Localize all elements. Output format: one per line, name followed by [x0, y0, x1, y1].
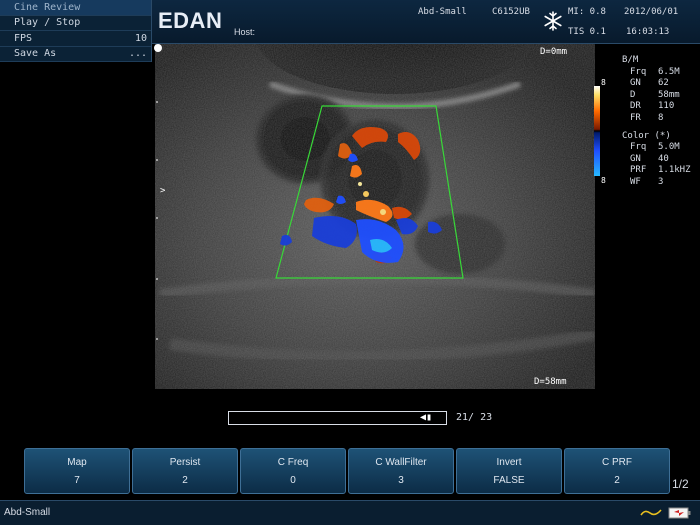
orientation-dot [154, 44, 162, 52]
header-bar: EDAN Host: Abd-Small C6152UB MI: 0.8 TIS… [152, 0, 700, 44]
softkey-bar: Map 7 Persist 2 C Freq 0 C WallFilter 3 … [24, 448, 670, 494]
color-section-title: Color (*) [622, 130, 671, 141]
softkey-c-wallfilter[interactable]: C WallFilter 3 [348, 448, 454, 494]
param-row: WF 3 [630, 176, 664, 187]
softkey-c-prf[interactable]: C PRF 2 [564, 448, 670, 494]
param-row: GN 40 [630, 153, 669, 164]
softkey-c-freq[interactable]: C Freq 0 [240, 448, 346, 494]
param-row: Frq 6.5M [630, 66, 680, 77]
cine-position-arrow-icon: ◀▮ [419, 412, 432, 423]
param-row: FR 8 [630, 112, 664, 123]
param-row: DR 110 [630, 101, 675, 112]
param-row: PRF 1.1kHZ [630, 165, 691, 176]
param-row: D 58mm [630, 89, 680, 100]
param-row: GN 62 [630, 78, 669, 89]
bm-section-title: B/M [622, 55, 639, 65]
softkey-value: 0 [290, 474, 296, 486]
status-preset: Abd-Small [4, 507, 51, 518]
snowflake-icon [544, 11, 562, 31]
softkey-label: C Freq [277, 456, 309, 468]
softkey-value: FALSE [493, 474, 525, 486]
cine-progress-bar[interactable]: ◀▮ [228, 411, 447, 425]
depth-bottom-label: D=58mm [534, 377, 567, 387]
imaging-parameters: B/M Frq 6.5M GN 62 D 58mm DR 110 FR 8 Color (… [622, 53, 691, 189]
color-velocity-bar [594, 86, 600, 176]
softkey-value: 2 [614, 474, 620, 486]
softkey-label: Map [67, 456, 87, 468]
depth-top-label: D=0mm [540, 47, 568, 57]
brand-logo: EDAN [158, 8, 223, 33]
softkey-label: Invert [496, 456, 522, 468]
mi-value: MI: 0.8 [568, 7, 606, 17]
softkey-label: C WallFilter [375, 456, 427, 468]
probe-name: C6152UB [492, 7, 530, 17]
softkey-value: 7 [74, 474, 80, 486]
softkey-map[interactable]: Map 7 [24, 448, 130, 494]
status-bar: Abd-Small [0, 500, 700, 525]
frame-counter: 21/ 23 [456, 412, 493, 423]
param-row: Frq 5.0M [630, 142, 680, 153]
color-bar-top-label: 8 [601, 78, 606, 87]
date-text: 2012/06/01 [624, 7, 679, 17]
time-text: 16:03:13 [626, 27, 670, 37]
softkey-label: Persist [169, 456, 201, 468]
preset-name: Abd-Small [418, 7, 467, 17]
battery-icon [668, 507, 691, 519]
focus-marker[interactable]: > [160, 186, 165, 196]
tis-value: TIS 0.1 [568, 27, 606, 37]
color-bar-bottom-label: 8 [601, 176, 606, 185]
host-label: Host: [234, 27, 256, 37]
cine-menu-title: Cine Review [0, 0, 151, 16]
play-stop-button[interactable]: Play / Stop [0, 16, 151, 31]
softkey-persist[interactable]: Persist 2 [132, 448, 238, 494]
softkey-page-indicator[interactable]: 1/2 [672, 477, 689, 491]
softkey-invert[interactable]: Invert FALSE [456, 448, 562, 494]
wave-icon [640, 509, 662, 516]
softkey-value: 2 [182, 474, 188, 486]
softkey-label: C PRF [602, 456, 632, 468]
softkey-value: 3 [398, 474, 404, 486]
